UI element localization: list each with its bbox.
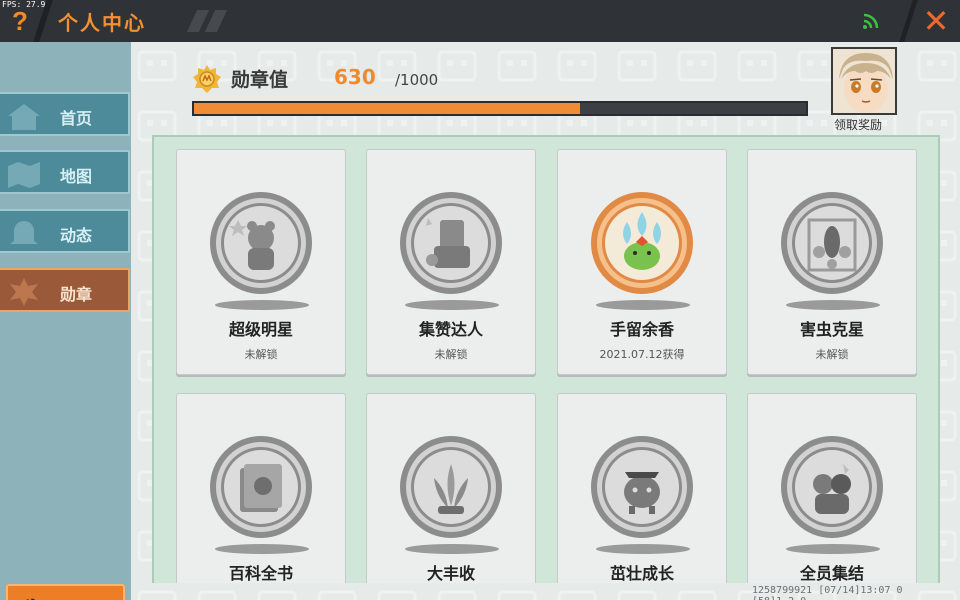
sidebar-item-label: 首页 (60, 109, 93, 128)
badge-card[interactable]: 手留余香 2021.07.12获得 (557, 149, 727, 375)
badge-card[interactable]: 集赞达人 未解锁 (366, 149, 536, 375)
bell-icon (10, 221, 38, 244)
badge-status: 未解锁 (244, 348, 278, 361)
badge-name: 全员集结 (799, 564, 864, 583)
medal-icon (10, 278, 38, 306)
medal-progress-fill (194, 103, 580, 114)
claim-reward-label[interactable]: 领取奖励 (834, 116, 882, 133)
badge-name: 百科全书 (228, 564, 293, 583)
harvest-icon (400, 436, 502, 538)
medal-progress-bar (192, 101, 808, 116)
bear-star-icon (210, 192, 312, 294)
badge-card[interactable]: 大丰收 (366, 393, 536, 583)
badge-card[interactable]: 全员集结 (747, 393, 917, 583)
reward-avatar[interactable] (831, 47, 897, 115)
badge-card[interactable]: 百科全书 (176, 393, 346, 583)
sidebar-item-home[interactable]: 首页 (0, 92, 130, 136)
page-title: 个人中心 (58, 11, 146, 35)
map-icon (8, 162, 40, 188)
wifi-icon (863, 13, 879, 29)
sidebar-item-medals[interactable]: 勋章 (0, 268, 130, 312)
build-info: 1258799921 [07/14]13:07 0 [58]1.2.0 (752, 585, 903, 600)
settings-button[interactable]: 设置 (6, 584, 125, 600)
badge-status: 未解锁 (815, 348, 849, 361)
badge-name: 害虫克星 (799, 320, 864, 339)
badge-shadow (215, 544, 309, 554)
sidebar-item-label: 地图 (60, 167, 93, 186)
team-icon (781, 436, 883, 538)
cactus-flower-icon (591, 192, 693, 294)
settings-label: 设置 (62, 596, 94, 600)
question-icon: ? (12, 5, 28, 36)
badge-shadow (786, 544, 880, 554)
sidebar: 首页 地图 动态 233 勋章 设置 (0, 42, 131, 600)
badge-name: 超级明星 (228, 320, 293, 339)
badge-shadow (215, 300, 309, 310)
badge-shadow (596, 300, 690, 310)
decorative-stripes (186, 10, 228, 32)
sidebar-item-map[interactable]: 地图 (0, 150, 130, 194)
medal-points-label: 勋章值 (231, 69, 289, 91)
badge-status: 2021.07.12获得 (599, 348, 685, 361)
badge-shadow (596, 544, 690, 554)
badge-grid: 超级明星 未解锁 集赞达人 未解锁 手留余香 2021.07.12获得 害虫克星 未解锁 百科全… (152, 135, 940, 583)
badge-shadow (786, 300, 880, 310)
thumbs-up-icon (400, 192, 502, 294)
gear-icon (26, 598, 36, 600)
badge-name: 集赞达人 (418, 320, 483, 339)
badge-name: 茁壮成长 (609, 564, 674, 583)
sidebar-item-label: 动态 (60, 226, 93, 245)
sprout-icon (591, 436, 693, 538)
badge-card[interactable]: 害虫克星 未解锁 (747, 149, 917, 375)
fps-counter: FPS: 27.9 (2, 0, 46, 9)
sidebar-item-activity[interactable]: 动态 (0, 209, 130, 253)
sidebar-item-label: 勋章 (60, 285, 93, 304)
badge-name: 大丰收 (426, 564, 475, 583)
close-icon: ✕ (922, 2, 950, 40)
badge-card[interactable]: 茁壮成长 (557, 393, 727, 583)
badge-card[interactable]: 超级明星 未解锁 (176, 149, 346, 375)
medal-points-max: /1000 (395, 71, 439, 89)
medal-points-value: 630 (334, 65, 376, 89)
book-icon (210, 436, 312, 538)
caterpillar-icon (781, 192, 883, 294)
top-bar: ? FPS: 27.9 个人中心 ✕ (0, 0, 960, 42)
badge-name: 手留余香 (609, 320, 674, 339)
main-panel: 勋章值 630 /1000 领取奖励 超级明星 未解锁 集赞达人 未解锁 手留余香 202… (131, 42, 960, 600)
home-icon (8, 104, 40, 130)
close-button[interactable]: ✕ (912, 0, 960, 42)
character-face-icon (833, 49, 895, 113)
badge-shadow (405, 300, 499, 310)
medal-points-icon (193, 65, 221, 93)
badge-status: 未解锁 (434, 348, 468, 361)
badge-shadow (405, 544, 499, 554)
